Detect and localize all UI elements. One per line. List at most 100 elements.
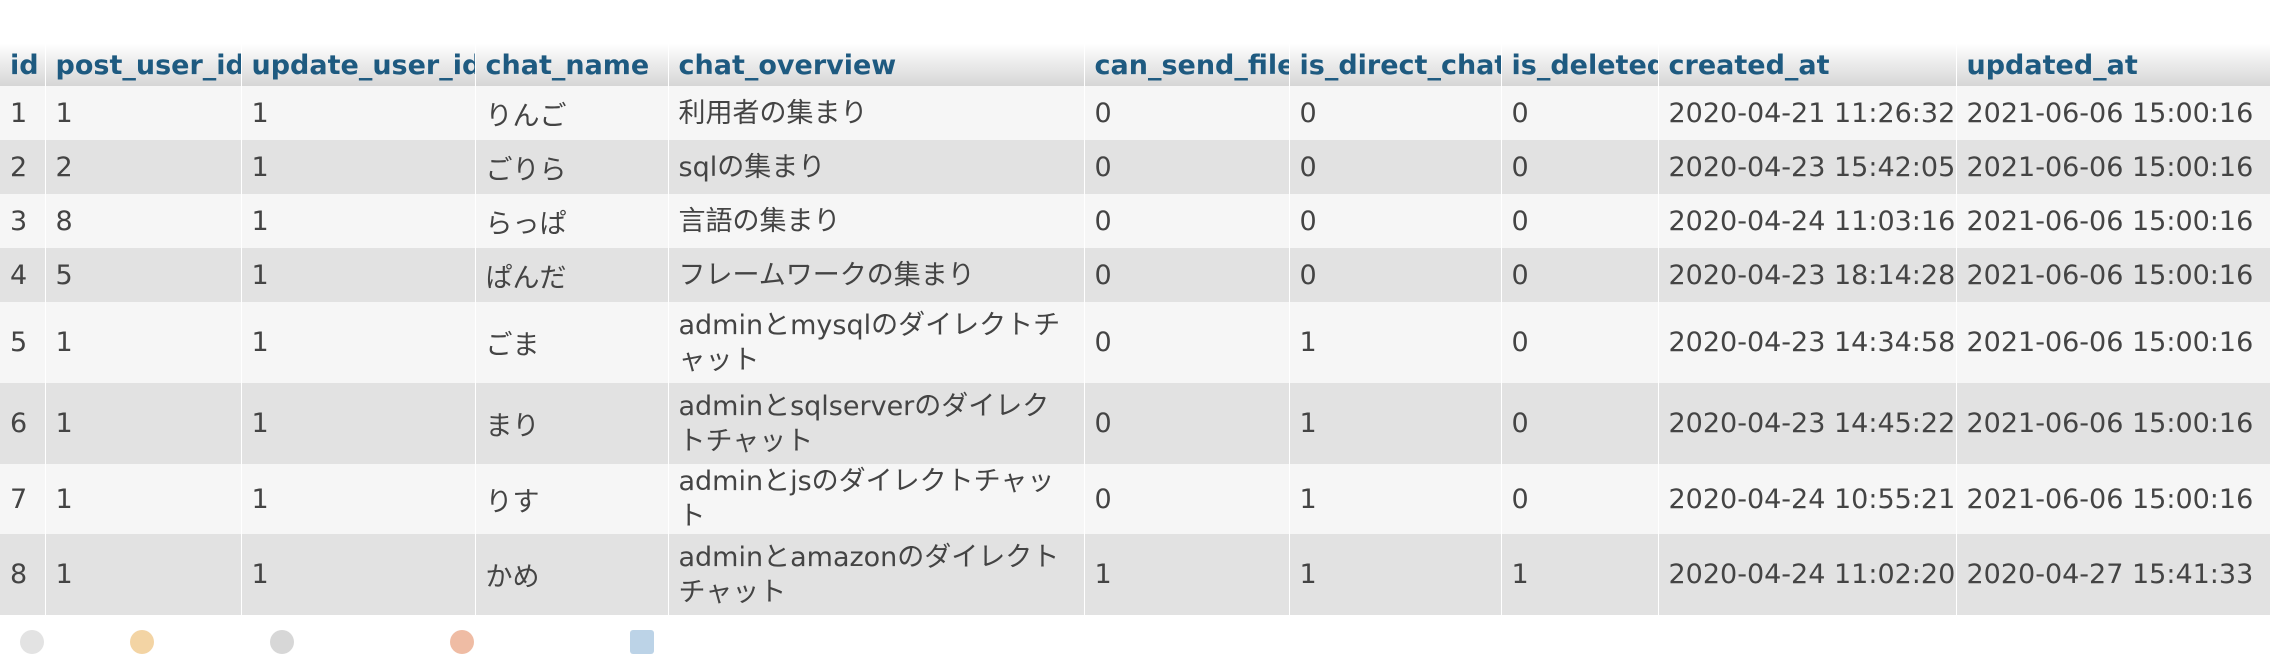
cell-is-direct-chat: 1 — [1289, 383, 1502, 464]
cell-id: 2 — [0, 140, 46, 194]
cell-update-user-id: 1 — [241, 248, 476, 302]
cell-id: 1 — [0, 86, 46, 140]
cell-chat-name: りす — [475, 464, 669, 534]
cell-update-user-id: 1 — [241, 383, 476, 464]
cell-chat-overview: adminとjsのダイレクトチャット — [668, 464, 1085, 534]
cell-id: 7 — [0, 464, 46, 534]
cell-chat-name: らっぱ — [475, 194, 669, 248]
cell-is-deleted: 0 — [1501, 464, 1659, 534]
cell-can-send-file: 0 — [1084, 248, 1290, 302]
cell-update-user-id: 1 — [241, 302, 476, 383]
cell-created-at: 2020-04-23 14:45:22 — [1658, 383, 1957, 464]
cell-is-deleted: 0 — [1501, 302, 1659, 383]
cell-post-user-id: 8 — [45, 194, 242, 248]
table-row[interactable]: 4 5 1 ぱんだ フレームワークの集まり 0 0 0 2020-04-23 1… — [0, 248, 2270, 302]
cell-created-at: 2020-04-24 11:03:16 — [1658, 194, 1957, 248]
cell-id: 4 — [0, 248, 46, 302]
table-row[interactable]: 8 1 1 かめ adminとamazonのダイレクトチャット 1 1 1 20… — [0, 534, 2270, 615]
cell-can-send-file: 0 — [1084, 464, 1290, 534]
cell-is-direct-chat: 1 — [1289, 534, 1502, 615]
display-chart-icon[interactable] — [450, 630, 474, 654]
cell-post-user-id: 1 — [45, 534, 242, 615]
cell-created-at: 2020-04-24 11:02:20 — [1658, 534, 1957, 615]
column-header-post-user-id[interactable]: post_user_id — [45, 44, 242, 86]
cell-can-send-file: 0 — [1084, 140, 1290, 194]
cell-is-deleted: 0 — [1501, 86, 1659, 140]
cell-post-user-id: 1 — [45, 302, 242, 383]
cell-chat-overview: sqlの集まり — [668, 140, 1085, 194]
copy-to-clipboard-icon[interactable] — [130, 630, 154, 654]
cell-post-user-id: 1 — [45, 464, 242, 534]
cell-chat-name: りんご — [475, 86, 669, 140]
cell-created-at: 2020-04-23 18:14:28 — [1658, 248, 1957, 302]
cell-chat-overview: 言語の集まり — [668, 194, 1085, 248]
cell-created-at: 2020-04-23 14:34:58 — [1658, 302, 1957, 383]
cell-id: 6 — [0, 383, 46, 464]
cell-is-deleted: 0 — [1501, 140, 1659, 194]
cell-is-deleted: 0 — [1501, 248, 1659, 302]
cell-updated-at: 2021-06-06 15:00:16 — [1956, 302, 2270, 383]
cell-updated-at: 2021-06-06 15:00:16 — [1956, 464, 2270, 534]
cell-post-user-id: 5 — [45, 248, 242, 302]
cell-is-deleted: 0 — [1501, 194, 1659, 248]
cell-chat-overview: adminとamazonのダイレクトチャット — [668, 534, 1085, 615]
cell-created-at: 2020-04-21 11:26:32 — [1658, 86, 1957, 140]
table-row[interactable]: 2 2 1 ごりら sqlの集まり 0 0 0 2020-04-23 15:42… — [0, 140, 2270, 194]
cell-update-user-id: 1 — [241, 86, 476, 140]
cell-updated-at: 2021-06-06 15:00:16 — [1956, 248, 2270, 302]
cell-chat-overview: adminとmysqlのダイレクトチャット — [668, 302, 1085, 383]
cell-is-deleted: 0 — [1501, 383, 1659, 464]
cell-updated-at: 2021-06-06 15:00:16 — [1956, 383, 2270, 464]
cell-chat-overview: フレームワークの集まり — [668, 248, 1085, 302]
cell-update-user-id: 1 — [241, 534, 476, 615]
cell-can-send-file: 0 — [1084, 194, 1290, 248]
cell-post-user-id: 1 — [45, 383, 242, 464]
cell-chat-name: ごま — [475, 302, 669, 383]
column-header-is-direct-chat[interactable]: is_direct_chat — [1289, 44, 1502, 86]
cell-is-direct-chat: 1 — [1289, 464, 1502, 534]
cell-post-user-id: 1 — [45, 86, 242, 140]
cell-updated-at: 2021-06-06 15:00:16 — [1956, 194, 2270, 248]
cell-updated-at: 2021-06-06 15:00:16 — [1956, 86, 2270, 140]
cell-chat-overview: adminとsqlserverのダイレクトチャット — [668, 383, 1085, 464]
cell-id: 3 — [0, 194, 46, 248]
cell-is-direct-chat: 0 — [1289, 248, 1502, 302]
cell-update-user-id: 1 — [241, 464, 476, 534]
cell-can-send-file: 0 — [1084, 86, 1290, 140]
table-row[interactable]: 7 1 1 りす adminとjsのダイレクトチャット 0 1 0 2020-0… — [0, 464, 2270, 534]
cell-chat-name: ぱんだ — [475, 248, 669, 302]
cell-created-at: 2020-04-24 10:55:21 — [1658, 464, 1957, 534]
cell-can-send-file: 0 — [1084, 383, 1290, 464]
table-row[interactable]: 5 1 1 ごま adminとmysqlのダイレクトチャット 0 1 0 202… — [0, 302, 2270, 383]
cell-is-deleted: 1 — [1501, 534, 1659, 615]
cell-is-direct-chat: 0 — [1289, 140, 1502, 194]
cell-can-send-file: 0 — [1084, 302, 1290, 383]
table-row[interactable]: 1 1 1 りんご 利用者の集まり 0 0 0 2020-04-21 11:26… — [0, 86, 2270, 140]
cell-created-at: 2020-04-23 15:42:05 — [1658, 140, 1957, 194]
column-header-is-deleted[interactable]: is_deleted — [1501, 44, 1659, 86]
column-header-chat-overview[interactable]: chat_overview — [668, 44, 1085, 86]
column-header-created-at[interactable]: created_at — [1658, 44, 1957, 86]
column-header-chat-name[interactable]: chat_name — [475, 44, 669, 86]
cell-chat-overview: 利用者の集まり — [668, 86, 1085, 140]
cell-can-send-file: 1 — [1084, 534, 1290, 615]
cell-id: 5 — [0, 302, 46, 383]
result-table: id post_user_id update_user_id chat_name… — [0, 44, 2270, 615]
table-row[interactable]: 6 1 1 まり adminとsqlserverのダイレクトチャット 0 1 0… — [0, 383, 2270, 464]
cell-is-direct-chat: 0 — [1289, 194, 1502, 248]
cell-chat-name: ごりら — [475, 140, 669, 194]
cell-updated-at: 2020-04-27 15:41:33 — [1956, 534, 2270, 615]
column-header-updated-at[interactable]: updated_at — [1956, 44, 2270, 86]
create-view-icon[interactable] — [630, 630, 654, 654]
export-icon[interactable] — [270, 630, 294, 654]
column-header-id[interactable]: id — [0, 44, 46, 86]
query-result-grid: id post_user_id update_user_id chat_name… — [0, 44, 2270, 615]
cell-post-user-id: 2 — [45, 140, 242, 194]
column-header-can-send-file[interactable]: can_send_file — [1084, 44, 1290, 86]
print-icon[interactable] — [20, 630, 44, 654]
query-results-operations-bar — [20, 630, 720, 654]
cell-updated-at: 2021-06-06 15:00:16 — [1956, 140, 2270, 194]
column-header-update-user-id[interactable]: update_user_id — [241, 44, 476, 86]
table-header-row: id post_user_id update_user_id chat_name… — [0, 44, 2270, 86]
table-row[interactable]: 3 8 1 らっぱ 言語の集まり 0 0 0 2020-04-24 11:03:… — [0, 194, 2270, 248]
